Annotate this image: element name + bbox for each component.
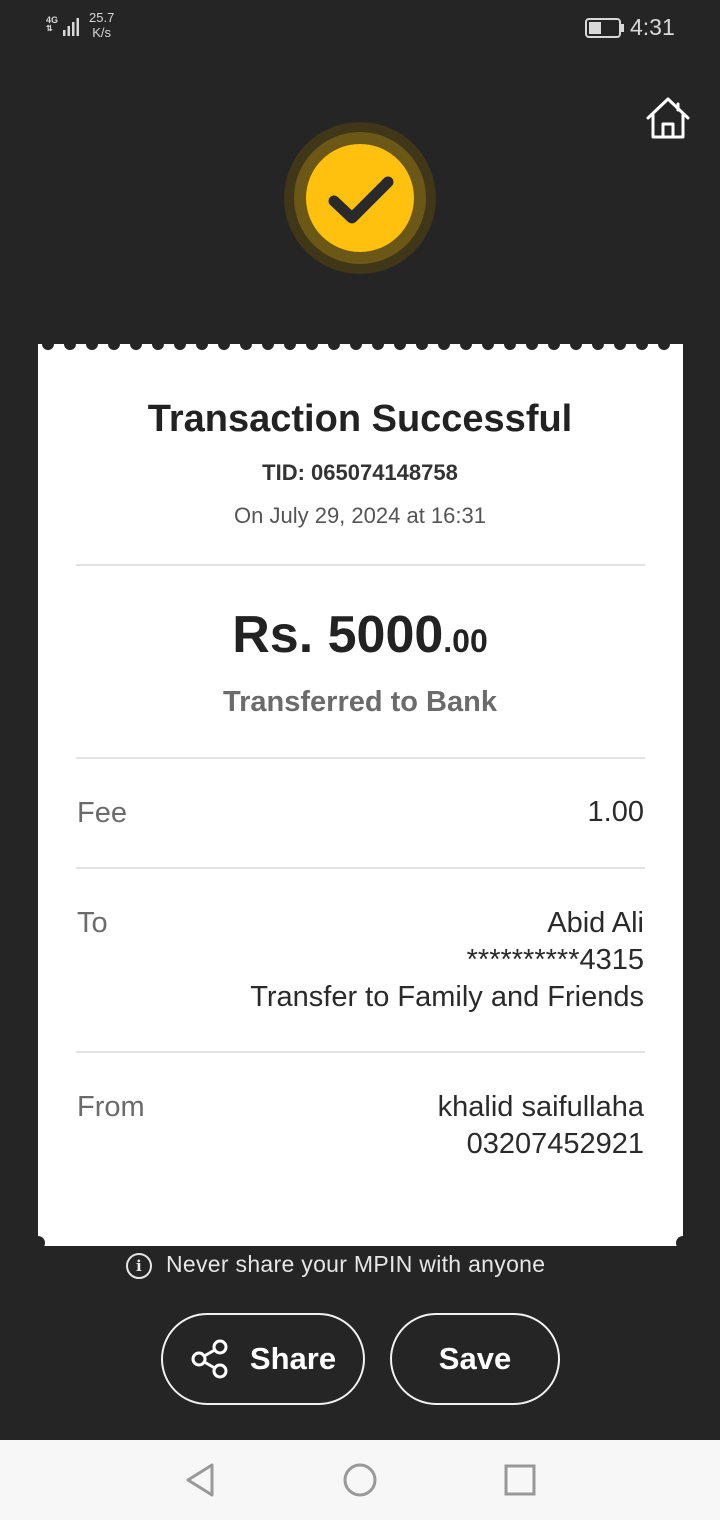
divider bbox=[76, 757, 645, 759]
signal-icon bbox=[63, 18, 79, 36]
transaction-id: TID: 065074148758 bbox=[262, 460, 458, 485]
divider bbox=[76, 1051, 645, 1053]
warning-text: Never share your MPIN with anyone bbox=[166, 1251, 546, 1277]
back-icon[interactable] bbox=[180, 1460, 220, 1500]
receipt-scallop-edge bbox=[38, 338, 683, 352]
sender-number: 03207452921 bbox=[466, 1128, 644, 1160]
save-label: Save bbox=[438, 1341, 512, 1376]
recents-icon[interactable] bbox=[500, 1460, 540, 1500]
amount-main: Rs. 5000 bbox=[232, 606, 444, 664]
transfer-description: Transfer to Family and Friends bbox=[250, 981, 644, 1013]
clock: 4:31 bbox=[630, 14, 675, 40]
to-label: To bbox=[77, 907, 108, 939]
battery-icon bbox=[585, 18, 624, 38]
recipient-name: Abid Ali bbox=[547, 907, 644, 939]
network-speed: 25.7 K/s bbox=[89, 10, 115, 40]
receipt-corner bbox=[31, 1236, 45, 1250]
receipt-corner bbox=[676, 1236, 690, 1250]
divider bbox=[76, 867, 645, 869]
save-button[interactable]: Save bbox=[390, 1313, 560, 1405]
to-details: Abid Ali **********4315 Transfer to Fami… bbox=[250, 905, 644, 1016]
sender-name: khalid saifullaha bbox=[437, 1091, 644, 1123]
fee-value: 1.00 bbox=[587, 796, 644, 828]
home-icon bbox=[646, 97, 690, 139]
mpin-warning: i Never share your MPIN with anyone bbox=[126, 1251, 545, 1281]
home-circle-icon[interactable] bbox=[340, 1460, 380, 1500]
checkmark-icon bbox=[328, 176, 394, 224]
amount: Rs. 5000.00 bbox=[0, 605, 720, 665]
share-button[interactable]: Share bbox=[161, 1313, 365, 1405]
home-button[interactable] bbox=[644, 94, 692, 142]
info-icon: i bbox=[126, 1252, 152, 1279]
from-details: khalid saifullaha 03207452921 bbox=[438, 1089, 644, 1163]
system-nav-bar bbox=[0, 1440, 720, 1520]
from-label: From bbox=[77, 1091, 145, 1123]
network-indicator: 4G ⇅ bbox=[46, 15, 59, 33]
transfer-type: Transferred to Bank bbox=[223, 686, 497, 718]
transaction-date: On July 29, 2024 at 16:31 bbox=[234, 503, 486, 528]
amount-decimal: .00 bbox=[443, 623, 488, 659]
share-icon bbox=[191, 1339, 228, 1379]
divider bbox=[76, 564, 645, 566]
status-bar: 4G ⇅ 25.7 K/s 4:31 bbox=[0, 0, 720, 56]
share-label: Share bbox=[249, 1341, 337, 1376]
recipient-account: **********4315 bbox=[466, 944, 644, 976]
fee-label: Fee bbox=[77, 797, 127, 829]
transaction-title: Transaction Successful bbox=[147, 398, 573, 440]
success-indicator bbox=[284, 122, 436, 274]
